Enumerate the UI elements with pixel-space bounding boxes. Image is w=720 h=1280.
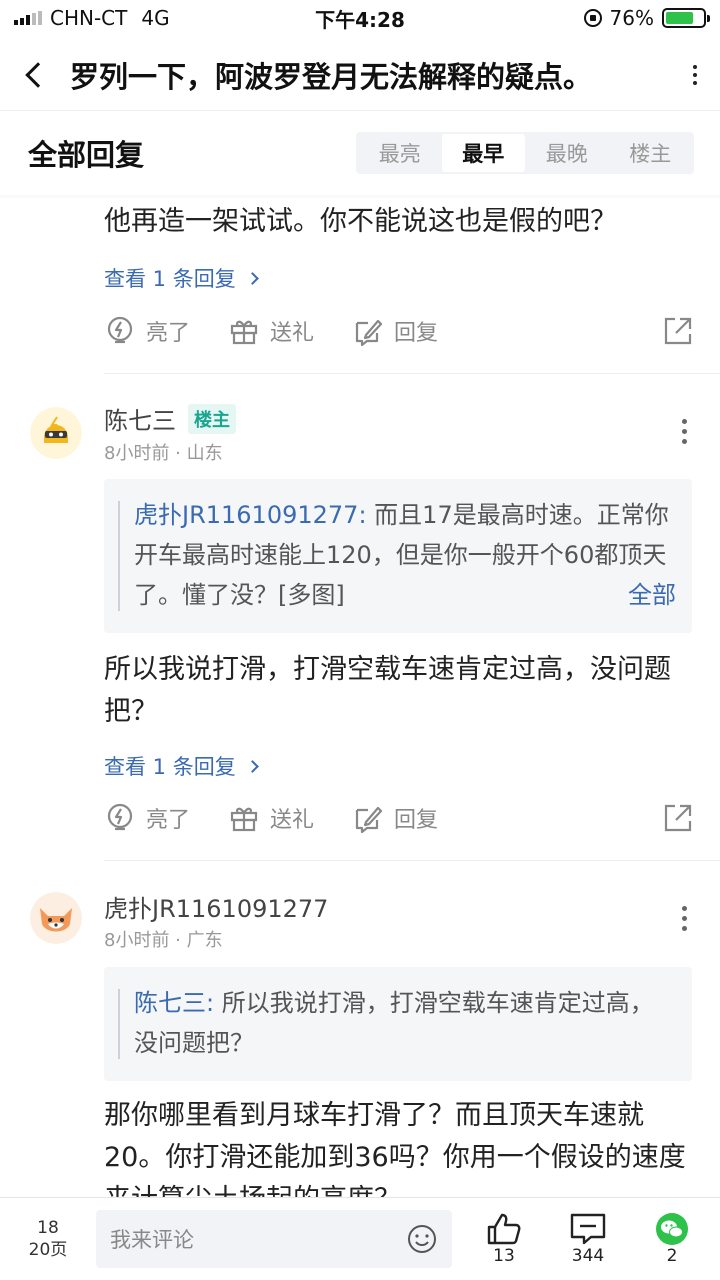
fox-avatar-icon <box>30 892 82 944</box>
post-text: 所以我说打滑，打滑空载车速肯定过高，没问题把？ <box>104 654 671 727</box>
view-replies-link[interactable]: 查看 1 条回复 <box>104 263 259 293</box>
robot-avatar-icon <box>30 407 82 459</box>
post-more-button[interactable] <box>674 900 694 936</box>
quote-author: 陈七三: <box>134 989 215 1017</box>
view-replies-label: 查看 1 条回复 <box>104 267 236 291</box>
avatar[interactable] <box>30 407 82 459</box>
sort-tab-brightest[interactable]: 最亮 <box>358 134 442 172</box>
username[interactable]: 虎扑JR1161091277 <box>104 889 328 924</box>
view-replies-label: 查看 1 条回复 <box>104 755 236 779</box>
comment-bubble-icon <box>570 1213 606 1245</box>
likes-count: 13 <box>493 1246 515 1266</box>
post-actions: 亮了 送礼 回复 <box>104 311 694 351</box>
like-thread-button[interactable]: 13 <box>462 1212 546 1266</box>
lightbulb-icon <box>107 316 133 344</box>
quoted-reply[interactable]: 虎扑JR1161091277: 而且17是最高时速。正常你开车最高时速能上120… <box>104 479 692 633</box>
more-menu-button[interactable] <box>670 40 720 110</box>
post-text: 他再造一架试试。你不能说这也是假的吧？ <box>104 206 617 237</box>
wechat-share-count: 2 <box>666 1246 678 1266</box>
replies-section-bar: 全部回复 最亮 最早 最晚 楼主 <box>0 111 720 195</box>
rotation-lock-icon <box>583 9 602 27</box>
gift-label: 送礼 <box>270 321 315 346</box>
thread-title: 罗列一下，阿波罗登月无法解释的疑点。 <box>70 60 593 94</box>
reply-button[interactable]: 回复 <box>352 315 438 347</box>
back-button[interactable] <box>0 40 70 110</box>
back-arrow-icon <box>25 62 51 88</box>
expand-quote-button[interactable]: 全部 <box>628 575 676 615</box>
op-badge: 楼主 <box>188 403 236 434</box>
share-icon[interactable] <box>662 315 694 347</box>
post-text: 那你哪里看到月球车打滑了？而且顶天车速就20。你打滑还能加到36吗？你用一个假设… <box>104 1100 686 1197</box>
battery-icon <box>662 8 710 28</box>
comment-input[interactable]: 我来评论 <box>96 1210 452 1268</box>
like-button[interactable]: 亮了 <box>104 315 190 347</box>
edit-reply-icon <box>355 319 383 347</box>
total-pages: 20页 <box>28 1240 68 1260</box>
thumbs-up-icon <box>487 1213 521 1245</box>
page-indicator[interactable]: 18 20页 <box>0 1217 96 1261</box>
thread-header: 罗列一下，阿波罗登月无法解释的疑点。 <box>0 40 720 110</box>
quote-author: 虎扑JR1161091277: <box>134 501 367 529</box>
lightbulb-icon <box>107 803 133 831</box>
post-meta: 8小时前 · 广东 <box>104 930 223 951</box>
signal-icon <box>14 11 42 25</box>
like-label: 亮了 <box>146 808 191 833</box>
sort-tab-earliest[interactable]: 最早 <box>441 134 525 172</box>
comments-button[interactable]: 344 <box>546 1212 630 1266</box>
post-actions: 亮了 送礼 回复 <box>104 798 694 838</box>
bottom-bar: 18 20页 我来评论 13 344 2 <box>0 1197 720 1280</box>
sort-tabs: 最亮 最早 最晚 楼主 <box>356 132 694 174</box>
sort-tab-op-only[interactable]: 楼主 <box>609 134 693 172</box>
view-replies-link[interactable]: 查看 1 条回复 <box>104 751 259 781</box>
reply-label: 回复 <box>394 808 439 833</box>
like-label: 亮了 <box>146 321 191 346</box>
gift-icon <box>230 807 258 832</box>
share-icon[interactable] <box>662 802 694 834</box>
post-meta: 8小时前 · 山东 <box>104 443 223 464</box>
emoji-icon[interactable] <box>406 1223 438 1255</box>
gift-icon <box>230 320 258 345</box>
wechat-share-button[interactable]: 2 <box>630 1212 714 1266</box>
section-title: 全部回复 <box>28 138 145 172</box>
avatar[interactable] <box>30 892 82 944</box>
reply-button[interactable]: 回复 <box>352 802 438 834</box>
edit-reply-icon <box>355 806 383 834</box>
username-row: 陈七三 楼主 <box>104 401 236 436</box>
wechat-icon <box>656 1213 688 1245</box>
username-row: 虎扑JR1161091277 <box>104 889 328 924</box>
status-bar: CHN-CT 4G 下午4:28 76% <box>0 0 720 36</box>
like-button[interactable]: 亮了 <box>104 802 190 834</box>
comments-count: 344 <box>571 1246 605 1266</box>
reply-list[interactable]: 他再造一架试试。你不能说这也是假的吧？ 查看 1 条回复 亮了 送礼 回复 陈七… <box>0 195 720 1197</box>
username[interactable]: 陈七三 <box>104 401 176 436</box>
chevron-right-icon <box>245 759 259 773</box>
divider <box>104 373 720 374</box>
post-more-button[interactable] <box>674 413 694 449</box>
divider <box>104 860 720 861</box>
quoted-reply[interactable]: 陈七三: 所以我说打滑，打滑空载车速肯定过高，没问题把？ <box>104 967 692 1081</box>
carrier-name: CHN-CT <box>50 6 128 30</box>
gift-label: 送礼 <box>270 808 315 833</box>
gift-button[interactable]: 送礼 <box>228 802 314 834</box>
reply-label: 回复 <box>394 321 439 346</box>
chevron-right-icon <box>245 271 259 285</box>
sort-tab-latest[interactable]: 最晚 <box>525 134 609 172</box>
comment-placeholder: 我来评论 <box>110 1228 194 1252</box>
current-page: 18 <box>37 1218 59 1238</box>
network-type: 4G <box>141 6 170 30</box>
battery-percent: 76% <box>609 6 654 30</box>
gift-button[interactable]: 送礼 <box>228 315 314 347</box>
